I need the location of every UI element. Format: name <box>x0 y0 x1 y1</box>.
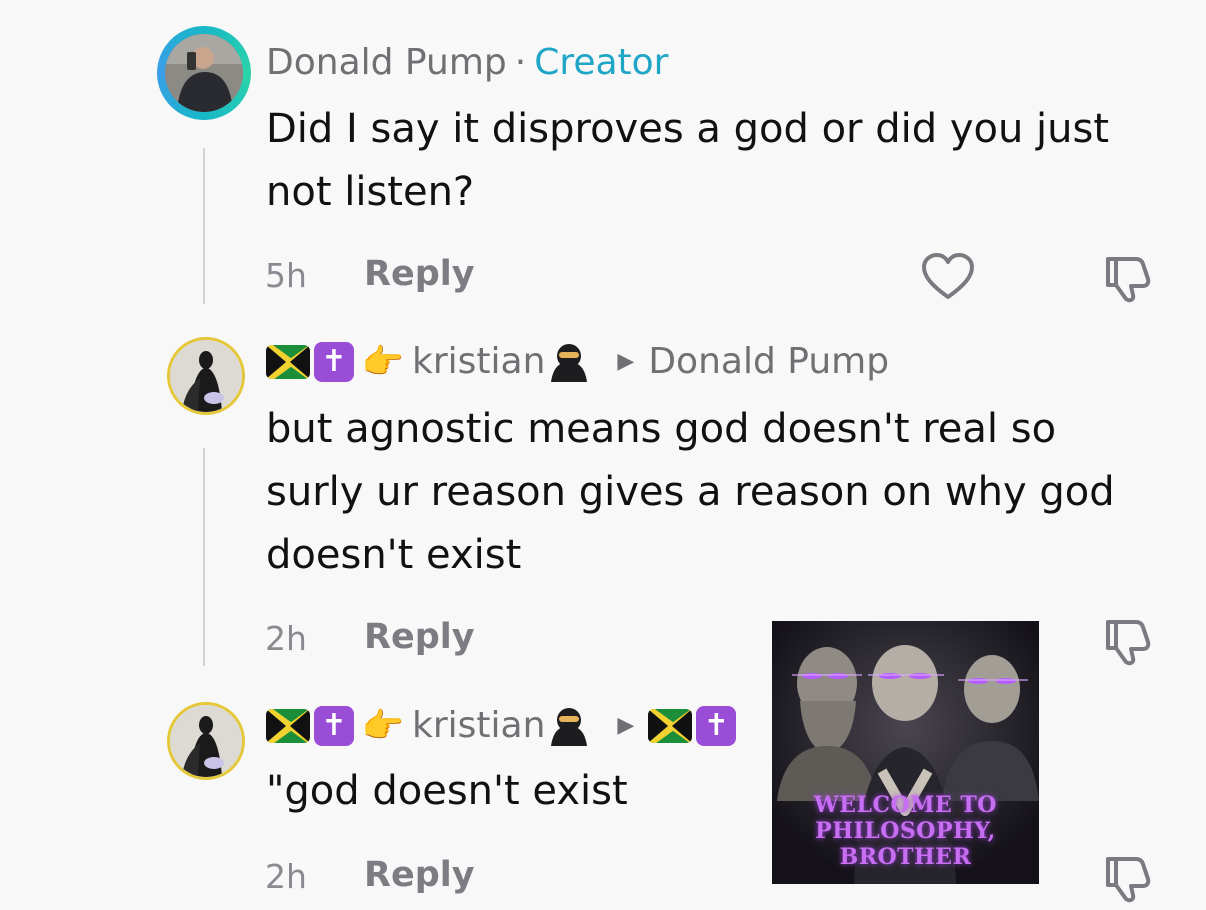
separator: · <box>514 42 527 83</box>
comment-line: but agnostic means god doesn't real so <box>266 406 1057 452</box>
creator-avatar[interactable] <box>157 26 251 120</box>
latin-cross-emoji: ✝ <box>314 341 354 382</box>
heart-icon[interactable] <box>921 253 975 301</box>
reply-button[interactable]: Reply <box>364 617 475 657</box>
jamaica-flag-emoji <box>266 708 310 743</box>
pointing-hand-emoji: 👉 <box>361 341 405 382</box>
play-arrow-icon: ▶ <box>617 713 635 738</box>
latin-cross-emoji: ✝ <box>314 705 354 746</box>
ninja-emoji <box>547 342 591 382</box>
reply-button[interactable]: Reply <box>364 254 475 294</box>
creator-badge: Creator <box>534 42 669 83</box>
meme-image: WELCOME TO PHILOSOPHY, BROTHER <box>772 621 1039 884</box>
user-avatar[interactable] <box>167 337 245 415</box>
author-row: ✝ 👉 kristian ▶ Donald Pump <box>266 341 889 382</box>
meme-caption-line: PHILOSOPHY, <box>815 818 996 844</box>
meme-caption-line: WELCOME TO <box>814 792 997 818</box>
thread-line <box>203 148 205 304</box>
comment-line: not listen? <box>266 169 475 215</box>
reply-to-name[interactable]: Donald Pump <box>648 341 889 382</box>
comment-author[interactable]: Donald Pump <box>266 42 507 83</box>
latin-cross-emoji: ✝ <box>696 705 737 746</box>
user-avatar[interactable] <box>167 702 245 780</box>
meme-caption-line: BROTHER <box>839 844 972 870</box>
dislike-icon[interactable] <box>1102 253 1154 303</box>
dislike-icon[interactable] <box>1102 853 1154 903</box>
dislike-icon[interactable] <box>1102 616 1154 666</box>
comment-time: 2h <box>265 619 307 658</box>
author-row: ✝ 👉 kristian ▶ ✝ <box>266 705 740 746</box>
jamaica-flag-emoji <box>648 708 693 743</box>
thread-line <box>203 448 205 666</box>
jamaica-flag-emoji <box>266 344 310 379</box>
play-arrow-icon: ▶ <box>617 349 635 374</box>
comment-line: doesn't exist <box>266 532 522 578</box>
pointing-hand-emoji: 👉 <box>361 705 405 746</box>
comment-text: but agnostic means god doesn't real so s… <box>266 398 1166 587</box>
ninja-emoji <box>547 706 591 746</box>
comment-time: 5h <box>265 256 307 295</box>
comment-text: Did I say it disproves a god or did you … <box>266 98 1166 224</box>
comment-line: Did I say it disproves a god or did you … <box>266 106 1110 152</box>
comment-author[interactable]: kristian <box>412 705 545 746</box>
comment-time: 2h <box>265 857 307 896</box>
comment-author[interactable]: kristian <box>412 341 545 382</box>
comment-line: surly ur reason gives a reason on why go… <box>266 469 1115 515</box>
reply-button[interactable]: Reply <box>364 855 475 895</box>
